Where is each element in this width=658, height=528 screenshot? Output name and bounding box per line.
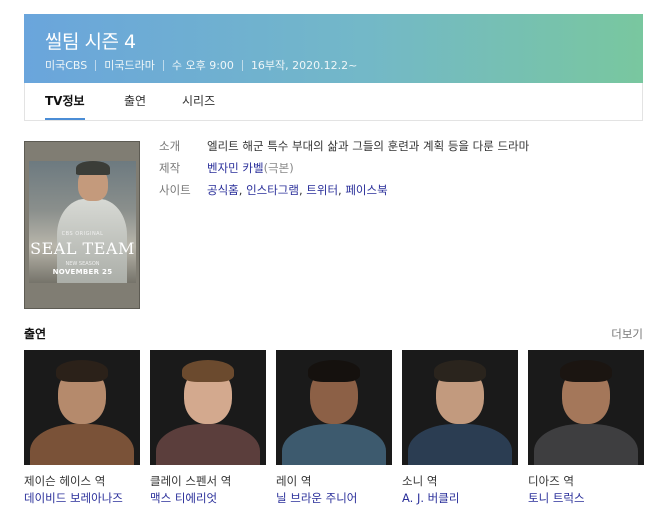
cast-list: 제이슨 헤이스 역 데이비드 보레아나즈 클레이 스펜서 역 맥스 티에리엇 레…: [24, 350, 644, 528]
meta-genre: 미국드라마: [104, 59, 155, 72]
meta-channel: 미국CBS: [45, 59, 88, 72]
site-link-twitter[interactable]: 트위터: [306, 183, 338, 197]
info-row-summary: 소개 엘리트 해군 특수 부대의 삶과 그들의 훈련과 계획 등을 다룬 드라마: [159, 138, 529, 160]
meta-airtime: 수 오후 9:00: [171, 59, 234, 72]
site-link-instagram[interactable]: 인스타그램: [246, 183, 299, 197]
info-row-producer: 제작 벤자민 카벨(극본): [159, 160, 529, 182]
info-key: 제작: [159, 161, 181, 175]
cast-actor-link[interactable]: A. J. 버클리: [402, 489, 518, 507]
site-separator: ,: [238, 183, 247, 197]
photo-shoulders: [534, 424, 638, 465]
meta-divider: [95, 59, 97, 71]
show-info: 소개 엘리트 해군 특수 부대의 삶과 그들의 훈련과 계획 등을 다룬 드라마…: [159, 138, 529, 204]
meta-divider: [241, 59, 243, 71]
cast-actor-link[interactable]: 닐 브라운 주니어: [276, 489, 392, 507]
more-link[interactable]: 더보기: [611, 326, 643, 342]
cast-actor-link[interactable]: 데이비드 보레아나즈: [24, 489, 140, 507]
cast-role: 클레이 스펜서 역: [150, 474, 232, 488]
cast-role: 레이 역: [276, 474, 312, 488]
cast-card[interactable]: 소니 역 A. J. 버클리: [402, 350, 518, 507]
site-link-facebook[interactable]: 페이스북: [345, 183, 387, 197]
cast-actor-link[interactable]: 맥스 티에리엇: [150, 489, 266, 507]
poster-date: NOVEMBER 25: [52, 268, 113, 276]
photo-hair: [434, 360, 486, 382]
info-summary: 엘리트 해군 특수 부대의 삶과 그들의 훈련과 계획 등을 다룬 드라마: [207, 139, 530, 153]
title-banner: 씰팀 시즌 4 미국CBS 미국드라마 수 오후 9:00 16부작, 2020…: [24, 14, 643, 83]
photo-hair: [560, 360, 612, 382]
cast-actor-link[interactable]: 토니 트럭스: [528, 489, 644, 507]
cast-section-title: 출연: [24, 327, 47, 341]
info-row-sites: 사이트 공식홈, 인스타그램, 트위터, 페이스북: [159, 182, 529, 204]
photo-hair: [308, 360, 360, 382]
poster-season: NEW SEASON: [65, 261, 100, 267]
cast-card[interactable]: 제이슨 헤이스 역 데이비드 보레아나즈: [24, 350, 140, 507]
info-producer: 벤자민 카벨(극본): [207, 160, 294, 182]
page-title: 씰팀 시즌 4: [45, 31, 136, 53]
cast-card[interactable]: 레이 역 닐 브라운 주니어: [276, 350, 392, 507]
broadcast-meta: 미국CBS 미국드라마 수 오후 9:00 16부작, 2020.12.2~: [45, 57, 357, 73]
photo-shoulders: [30, 424, 134, 465]
cast-photo[interactable]: [150, 350, 266, 465]
photo-shoulders: [408, 424, 512, 465]
tab-cast[interactable]: 출연: [124, 83, 146, 120]
cast-photo[interactable]: [528, 350, 644, 465]
meta-episodes: 16부작, 2020.12.2~: [250, 59, 358, 72]
photo-shoulders: [156, 424, 260, 465]
info-sites: 공식홈, 인스타그램, 트위터, 페이스북: [207, 182, 388, 204]
poster-figure-cap: [76, 161, 110, 175]
poster-network: CBS ORIGINAL: [61, 231, 104, 237]
site-link-official[interactable]: 공식홈: [207, 183, 239, 197]
tab-tv-info[interactable]: TV정보: [45, 83, 85, 120]
cast-card[interactable]: 디아즈 역 토니 트럭스: [528, 350, 644, 507]
cast-role: 소니 역: [402, 474, 438, 488]
producer-note: (극본): [263, 161, 294, 175]
photo-hair: [182, 360, 234, 382]
show-poster[interactable]: CBS ORIGINAL SEAL TEAM NEW SEASON NOVEMB…: [24, 141, 140, 309]
photo-shoulders: [282, 424, 386, 465]
cast-photo[interactable]: [24, 350, 140, 465]
tab-series[interactable]: 시리즈: [182, 83, 215, 120]
cast-role: 디아즈 역: [528, 474, 574, 488]
cast-role: 제이슨 헤이스 역: [24, 474, 106, 488]
info-key: 사이트: [159, 183, 191, 197]
meta-divider: [162, 59, 164, 71]
tab-bar: TV정보 출연 시리즈: [24, 83, 643, 121]
cast-photo[interactable]: [276, 350, 392, 465]
cast-photo[interactable]: [402, 350, 518, 465]
poster-art: CBS ORIGINAL SEAL TEAM NEW SEASON NOVEMB…: [29, 161, 136, 283]
poster-logo: SEAL TEAM: [30, 239, 135, 258]
producer-link[interactable]: 벤자민 카벨: [207, 161, 264, 175]
cast-card[interactable]: 클레이 스펜서 역 맥스 티에리엇: [150, 350, 266, 507]
info-key: 소개: [159, 139, 181, 153]
photo-hair: [56, 360, 108, 382]
